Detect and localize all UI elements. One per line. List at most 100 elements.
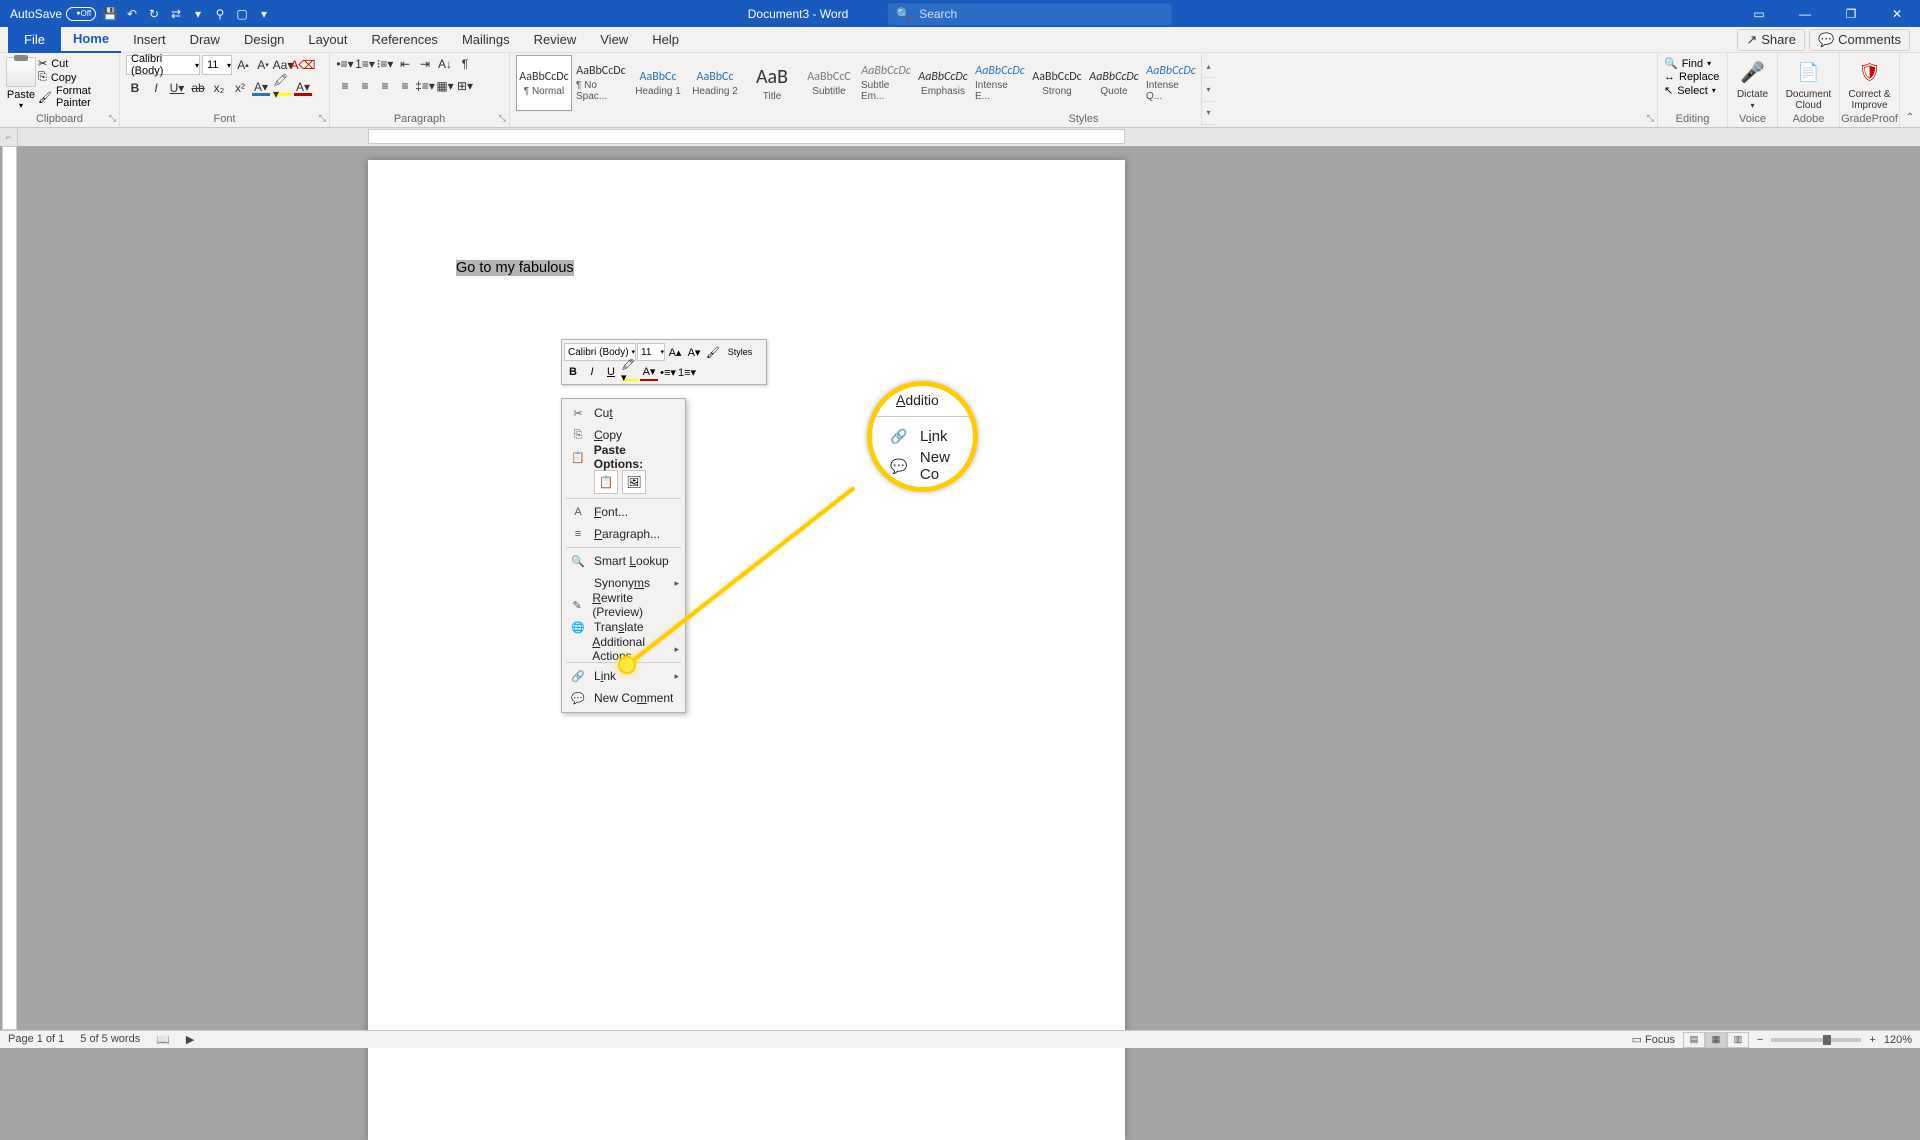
dialog-launcher-icon[interactable]: ⤡ bbox=[109, 113, 116, 124]
word-count[interactable]: 5 of 5 words bbox=[80, 1033, 140, 1046]
highlight-icon[interactable]: 🖍▾ bbox=[273, 80, 291, 96]
bold-button[interactable]: B bbox=[126, 79, 144, 97]
redo-icon[interactable]: ↻ bbox=[146, 6, 162, 22]
ctx-smart-lookup[interactable]: 🔍 Smart Lookup bbox=[562, 550, 685, 572]
tab-help[interactable]: Help bbox=[640, 27, 691, 53]
horizontal-ruler[interactable] bbox=[368, 129, 1125, 144]
tab-design[interactable]: Design bbox=[232, 27, 296, 53]
maximize-icon[interactable]: ❐ bbox=[1828, 0, 1874, 27]
sort-icon[interactable]: A↓ bbox=[436, 55, 454, 73]
vertical-ruler[interactable] bbox=[2, 146, 17, 1030]
focus-button[interactable]: ▭ Focus bbox=[1632, 1033, 1675, 1046]
gradeproof-button[interactable]: 🛡 Correct & Improve bbox=[1846, 55, 1893, 111]
minimize-icon[interactable]: — bbox=[1782, 0, 1828, 27]
superscript-button[interactable]: x² bbox=[231, 79, 249, 97]
styles-down-icon[interactable]: ▾ bbox=[1202, 78, 1215, 101]
multilevel-icon[interactable]: ⁝≡▾ bbox=[376, 55, 394, 73]
dictate-button[interactable]: 🎤 Dictate ▾ bbox=[1734, 55, 1771, 111]
qat-icon[interactable]: ▢ bbox=[234, 6, 250, 22]
dialog-launcher-icon[interactable]: ⤡ bbox=[1647, 113, 1654, 124]
bullets-icon[interactable]: •≡▾ bbox=[659, 363, 677, 381]
format-painter-button[interactable]: 🖌Format Painter bbox=[38, 85, 113, 109]
undo-icon[interactable]: ↶ bbox=[124, 6, 140, 22]
show-marks-icon[interactable]: ¶ bbox=[456, 55, 474, 73]
grow-font-icon[interactable]: A▴ bbox=[234, 56, 252, 74]
strike-button[interactable]: ab bbox=[189, 79, 207, 97]
clear-format-icon[interactable]: A⌫ bbox=[294, 56, 312, 74]
style-item[interactable]: AaBbCcDcStrong bbox=[1029, 55, 1085, 111]
cut-button[interactable]: ✂Cut bbox=[38, 57, 113, 70]
format-painter-icon[interactable]: 🖌 bbox=[704, 343, 722, 361]
underline-button[interactable]: U▾ bbox=[168, 79, 186, 97]
qat-icon[interactable]: ▾ bbox=[190, 6, 206, 22]
style-item[interactable]: AaBbCcDcSubtle Em... bbox=[858, 55, 914, 111]
style-item[interactable]: AaBbCcCSubtitle bbox=[801, 55, 857, 111]
page-status[interactable]: Page 1 of 1 bbox=[8, 1033, 64, 1046]
font-name-input[interactable]: Calibri (Body)▾ bbox=[126, 55, 200, 75]
macro-icon[interactable]: ▶ bbox=[186, 1033, 194, 1046]
tab-review[interactable]: Review bbox=[522, 27, 589, 53]
paste-picture-icon[interactable]: 🖼 bbox=[622, 470, 646, 494]
align-left-icon[interactable]: ≡ bbox=[336, 77, 354, 95]
zoom-in-icon[interactable]: + bbox=[1869, 1034, 1875, 1046]
font-color-icon[interactable]: A▾ bbox=[640, 363, 658, 381]
shrink-font-icon[interactable]: A▾ bbox=[685, 343, 703, 361]
paste-keep-source-icon[interactable]: 📋 bbox=[594, 470, 618, 494]
style-item[interactable]: AaBbCcDc¶ No Spac... bbox=[573, 55, 629, 111]
bullets-icon[interactable]: •≡▾ bbox=[336, 55, 354, 73]
underline-button[interactable]: U bbox=[602, 363, 620, 381]
document-text[interactable]: Go to my fabulous bbox=[456, 258, 574, 276]
borders-icon[interactable]: ⊞▾ bbox=[456, 77, 474, 95]
ribbon-display-icon[interactable]: ▭ bbox=[1736, 0, 1782, 27]
dialog-launcher-icon[interactable]: ⤡ bbox=[319, 113, 326, 124]
zoom-slider[interactable] bbox=[1771, 1038, 1861, 1042]
text-effects-icon[interactable]: A▾ bbox=[252, 80, 270, 96]
select-button[interactable]: ↖Select▾ bbox=[1664, 84, 1721, 97]
tab-home[interactable]: Home bbox=[61, 27, 121, 53]
style-item[interactable]: AaBbCcDcQuote bbox=[1086, 55, 1142, 111]
tab-layout[interactable]: Layout bbox=[296, 27, 359, 53]
close-icon[interactable]: ✕ bbox=[1874, 0, 1920, 27]
tab-file[interactable]: File bbox=[8, 27, 61, 53]
ctx-cut[interactable]: ✂ Cut bbox=[562, 402, 685, 424]
comments-button[interactable]: 💬 Comments bbox=[1809, 29, 1910, 51]
save-icon[interactable]: 💾 bbox=[102, 6, 118, 22]
italic-button[interactable]: I bbox=[583, 363, 601, 381]
spell-check-icon[interactable]: 📖 bbox=[156, 1033, 170, 1046]
copy-button[interactable]: ⎘Copy bbox=[38, 71, 113, 84]
styles-icon[interactable]: Styles bbox=[723, 343, 757, 361]
qat-icon[interactable]: ⚲ bbox=[212, 6, 228, 22]
zoom-level[interactable]: 120% bbox=[1884, 1034, 1912, 1046]
line-spacing-icon[interactable]: ‡≡▾ bbox=[416, 77, 434, 95]
tab-insert[interactable]: Insert bbox=[121, 27, 178, 53]
shrink-font-icon[interactable]: A▾ bbox=[254, 56, 272, 74]
ctx-new-comment[interactable]: 💬 New Comment bbox=[562, 687, 685, 709]
subscript-button[interactable]: x₂ bbox=[210, 79, 228, 97]
style-item[interactable]: AaBbCcDcIntense Q... bbox=[1143, 55, 1199, 111]
print-layout-icon[interactable]: ▦ bbox=[1705, 1032, 1727, 1048]
zoom-out-icon[interactable]: − bbox=[1757, 1034, 1763, 1046]
tab-references[interactable]: References bbox=[359, 27, 449, 53]
dialog-launcher-icon[interactable]: ⤡ bbox=[499, 113, 506, 124]
search-box[interactable]: 🔍 Search bbox=[888, 3, 1172, 25]
tab-mailings[interactable]: Mailings bbox=[450, 27, 522, 53]
styles-gallery[interactable]: AaBbCcDc¶ NormalAaBbCcDc¶ No Spac...AaBb… bbox=[516, 55, 1199, 111]
tab-draw[interactable]: Draw bbox=[178, 27, 232, 53]
bold-button[interactable]: B bbox=[564, 363, 582, 381]
page[interactable]: Go to my fabulous bbox=[368, 160, 1125, 1140]
grow-font-icon[interactable]: A▴ bbox=[666, 343, 684, 361]
align-right-icon[interactable]: ≡ bbox=[376, 77, 394, 95]
font-size-input[interactable]: 11▾ bbox=[202, 55, 232, 75]
change-case-icon[interactable]: Aa▾ bbox=[274, 56, 292, 74]
ctx-font[interactable]: A Font... bbox=[562, 501, 685, 523]
mini-size-input[interactable]: 11▾ bbox=[637, 343, 665, 361]
numbering-icon[interactable]: 1≡▾ bbox=[678, 363, 696, 381]
qat-icon[interactable]: ⇄ bbox=[168, 6, 184, 22]
document-cloud-button[interactable]: 📄 Document Cloud bbox=[1784, 55, 1833, 111]
replace-button[interactable]: ↔Replace bbox=[1664, 71, 1721, 83]
read-mode-icon[interactable]: ▤ bbox=[1683, 1032, 1705, 1048]
decrease-indent-icon[interactable]: ⇤ bbox=[396, 55, 414, 73]
autosave-toggle[interactable]: AutoSave ●Off bbox=[10, 7, 96, 21]
style-item[interactable]: AaBbCcHeading 1 bbox=[630, 55, 686, 111]
tab-view[interactable]: View bbox=[588, 27, 640, 53]
